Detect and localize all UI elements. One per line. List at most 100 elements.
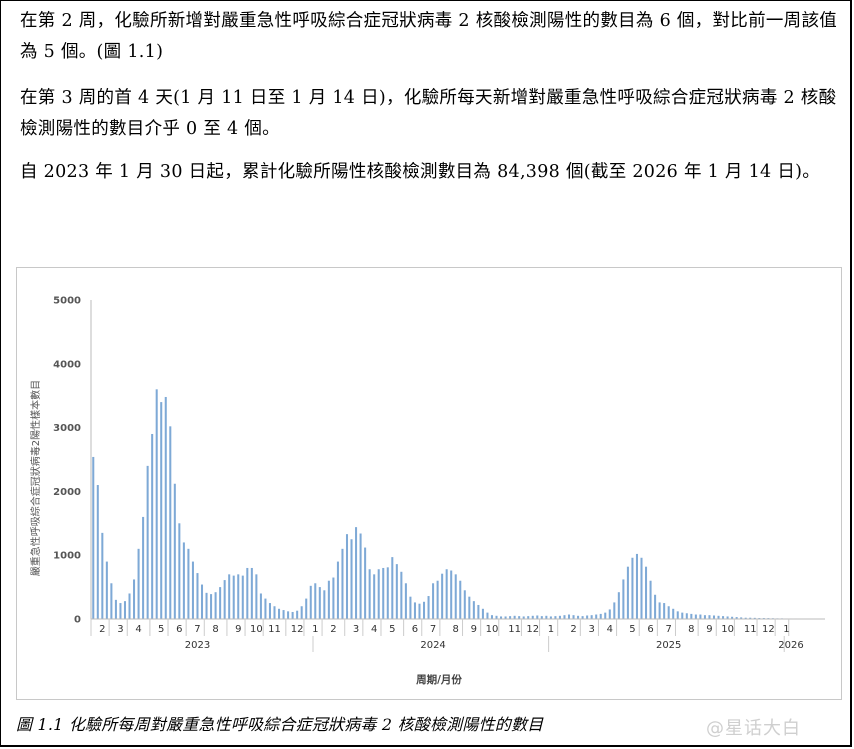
bar xyxy=(699,614,702,619)
bar xyxy=(264,598,267,619)
bar xyxy=(490,615,494,619)
month-label: 10 xyxy=(721,624,734,635)
y-axis-label: 嚴重急性呼吸綜合症冠狀病毒2陽性樣本數目 xyxy=(29,380,42,576)
bar xyxy=(450,570,453,619)
bar xyxy=(481,608,484,619)
bar xyxy=(377,569,380,619)
bar xyxy=(463,590,466,619)
month-label: 4 xyxy=(135,624,141,635)
bar xyxy=(318,587,321,619)
y-tick-label: 2000 xyxy=(53,487,81,498)
bar xyxy=(246,567,249,619)
month-label: 11 xyxy=(268,624,281,635)
bar xyxy=(373,574,376,619)
y-tick-label: 1000 xyxy=(53,551,81,562)
bar xyxy=(667,606,670,619)
month-label: 4 xyxy=(371,624,377,635)
bar xyxy=(427,596,430,619)
bar xyxy=(332,577,335,619)
bar xyxy=(323,590,326,619)
bar xyxy=(282,610,285,619)
bar xyxy=(617,592,620,619)
bar xyxy=(237,574,240,619)
bar xyxy=(391,557,394,619)
bar xyxy=(110,583,113,619)
bar xyxy=(178,523,181,619)
bar xyxy=(595,614,598,619)
bar xyxy=(214,592,217,619)
month-label: 9 xyxy=(235,624,241,635)
month-label: 8 xyxy=(212,624,218,635)
bar xyxy=(563,615,566,619)
bar xyxy=(137,548,140,619)
bar xyxy=(422,601,426,619)
bar xyxy=(210,594,213,619)
month-label: 6 xyxy=(647,624,653,635)
month-label: 8 xyxy=(688,624,694,635)
month-label: 11 xyxy=(508,624,521,635)
bar xyxy=(459,580,462,619)
month-label: 5 xyxy=(158,624,164,635)
month-label: 10 xyxy=(250,624,263,635)
paragraph-week3: 在第 3 周的首 4 天(1 月 11 日至 1 月 14 日)，化驗所每天新增… xyxy=(20,88,837,139)
bar xyxy=(418,603,421,619)
bar xyxy=(160,402,163,619)
month-label: 3 xyxy=(117,624,123,635)
month-label: 6 xyxy=(176,624,182,635)
month-label: 3 xyxy=(588,624,594,635)
bar xyxy=(291,611,294,619)
bar xyxy=(604,612,607,619)
bar xyxy=(314,583,317,619)
month-label: 10 xyxy=(486,624,499,635)
bar xyxy=(590,615,593,619)
bar xyxy=(645,566,648,619)
bar xyxy=(355,527,358,619)
bar xyxy=(232,575,235,619)
bar xyxy=(200,584,204,619)
month-label: 7 xyxy=(665,624,671,635)
bar xyxy=(368,569,371,619)
chart-container: 0 1000 2000 3000 4000 5000 2 3 4 5 6 7 8 9 10 11 12 1 2 3 4 5… xyxy=(16,267,842,700)
bar xyxy=(173,483,176,619)
month-label: 1 xyxy=(312,624,318,635)
bar xyxy=(296,610,299,619)
bar xyxy=(105,561,108,619)
y-tick-label: 0 xyxy=(74,615,81,626)
bar xyxy=(622,579,625,619)
bar xyxy=(599,613,602,619)
bar xyxy=(205,592,208,619)
bar xyxy=(567,614,571,619)
month-label: 7 xyxy=(194,624,200,635)
bar xyxy=(219,587,222,619)
bar xyxy=(658,602,661,619)
month-label: 11 xyxy=(744,624,757,635)
bar xyxy=(654,594,657,619)
bar xyxy=(300,606,303,619)
bar xyxy=(712,615,716,619)
y-tick-label: 5000 xyxy=(53,296,81,307)
bar xyxy=(169,426,172,619)
bar xyxy=(586,615,589,619)
bar xyxy=(119,603,122,619)
bar xyxy=(151,433,154,619)
bar xyxy=(101,532,104,619)
bar xyxy=(413,602,416,619)
paragraph-cumulative: 自 2023 年 1 月 30 日起，累計化驗所陽性核酸檢測數目為 84,398… xyxy=(20,162,821,182)
bar xyxy=(404,583,407,619)
month-label: 5 xyxy=(389,624,395,635)
y-tick-label: 3000 xyxy=(53,423,81,434)
bar xyxy=(441,573,444,619)
bar xyxy=(409,596,412,619)
bar xyxy=(690,613,693,619)
bar xyxy=(96,485,99,619)
month-label: 12 xyxy=(526,624,539,635)
bar xyxy=(309,585,312,619)
month-label: 8 xyxy=(453,624,459,635)
bar xyxy=(142,516,145,619)
paragraph-week2: 在第 2 周，化驗所新增對嚴重急性呼吸綜合症冠狀病毒 2 核酸檢測陽性的數目為 … xyxy=(20,11,838,62)
bar xyxy=(128,593,131,619)
year-label: 2025 xyxy=(656,640,681,651)
month-label: 9 xyxy=(706,624,712,635)
month-label: 3 xyxy=(353,624,359,635)
bar xyxy=(228,574,231,619)
